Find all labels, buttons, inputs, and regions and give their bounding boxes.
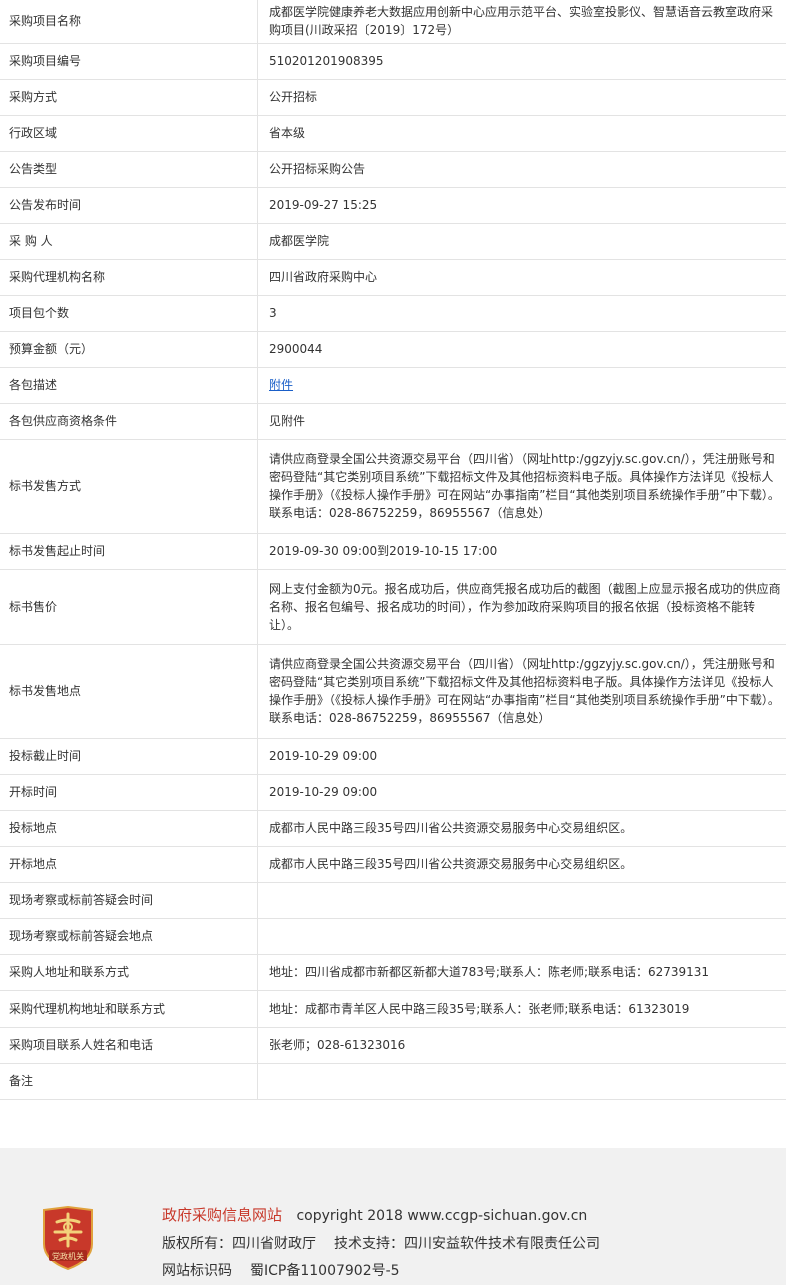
row-value: 网上支付金额为0元。报名成功后，供应商凭报名成功后的截图（截图上应显示报名成功的… <box>257 569 786 645</box>
row-label: 项目包个数 <box>0 295 258 332</box>
row-label: 采 购 人 <box>0 223 258 260</box>
row-value: 成都医学院 <box>257 223 786 260</box>
row-value: 2900044 <box>257 331 786 368</box>
row-label: 开标地点 <box>0 846 258 883</box>
row-value: 成都市人民中路三段35号四川省公共资源交易服务中心交易组织区。 <box>257 846 786 883</box>
row-label: 采购代理机构地址和联系方式 <box>0 990 258 1028</box>
row-value: 省本级 <box>257 115 786 152</box>
row-label: 标书售价 <box>0 569 258 645</box>
table-row: 开标地点 成都市人民中路三段35号四川省公共资源交易服务中心交易组织区。 <box>0 846 786 883</box>
row-value: 请供应商登录全国公共资源交易平台（四川省）（网址http:/ggzyjy.sc.… <box>257 439 786 534</box>
table-row: 采购人地址和联系方式 地址：四川省成都市新都区新都大道783号;联系人：陈老师;联… <box>0 954 786 991</box>
row-label: 行政区域 <box>0 115 258 152</box>
row-value: 成都医学院健康养老大数据应用创新中心应用示范平台、实验室投影仪、智慧语音云教室政… <box>257 0 786 44</box>
table-row: 采购代理机构地址和联系方式 地址：成都市青羊区人民中路三段35号;联系人：张老师;… <box>0 990 786 1028</box>
row-value: 2019-09-27 15:25 <box>257 187 786 224</box>
table-row: 投标地点 成都市人民中路三段35号四川省公共资源交易服务中心交易组织区。 <box>0 810 786 847</box>
row-value <box>257 918 786 955</box>
table-row: 项目包个数 3 <box>0 295 786 332</box>
badge-label: 党政机关 <box>52 1251 84 1261</box>
table-row: 标书发售方式 请供应商登录全国公共资源交易平台（四川省）（网址http:/ggzy… <box>0 439 786 534</box>
table-row: 标书发售起止时间 2019-09-30 09:00到2019-10-15 17:0… <box>0 533 786 570</box>
row-value: 公开招标采购公告 <box>257 151 786 188</box>
procurement-info-table: 采购项目名称 成都医学院健康养老大数据应用创新中心应用示范平台、实验室投影仪、智慧… <box>0 0 786 1100</box>
site-footer: 党政机关 政府采购信息网站 copyright 2018 www.ccgp-si… <box>0 1148 786 1285</box>
table-row: 标书售价 网上支付金额为0元。报名成功后，供应商凭报名成功后的截图（截图上应显示报… <box>0 569 786 645</box>
row-label: 各包描述 <box>0 367 258 404</box>
table-row: 采购项目编号 510201201908395 <box>0 43 786 80</box>
row-value: 地址：成都市青羊区人民中路三段35号;联系人：张老师;联系电话：61323019 <box>257 990 786 1028</box>
row-label: 标书发售方式 <box>0 439 258 534</box>
owner-text: 版权所有：四川省财政厅 <box>162 1236 316 1252</box>
table-row: 公告发布时间 2019-09-27 15:25 <box>0 187 786 224</box>
table-row: 行政区域 省本级 <box>0 115 786 152</box>
site-name-link[interactable]: 政府采购信息网站 <box>162 1206 282 1224</box>
table-row: 采购项目联系人姓名和电话 张老师；028-61323016 <box>0 1027 786 1064</box>
table-row: 采 购 人成都医学院 <box>0 223 786 260</box>
row-label: 采购项目联系人姓名和电话 <box>0 1027 258 1064</box>
row-label: 投标截止时间 <box>0 738 258 775</box>
row-value: 请供应商登录全国公共资源交易平台（四川省）（网址http:/ggzyjy.sc.… <box>257 644 786 739</box>
row-value: 张老师；028-61323016 <box>257 1027 786 1064</box>
row-value: 3 <box>257 295 786 332</box>
attachment-link[interactable]: 附件 <box>269 378 293 392</box>
row-label: 备注 <box>0 1063 258 1100</box>
row-value: 510201201908395 <box>257 43 786 80</box>
row-value: 地址：四川省成都市新都区新都大道783号;联系人：陈老师;联系电话：627391… <box>257 954 786 991</box>
row-label: 投标地点 <box>0 810 258 847</box>
site-code-label: 网站标识码 <box>162 1263 232 1279</box>
table-row: 标书发售地点 请供应商登录全国公共资源交易平台（四川省）（网址http:/ggzy… <box>0 644 786 739</box>
row-label: 采购人地址和联系方式 <box>0 954 258 991</box>
row-label: 采购代理机构名称 <box>0 259 258 296</box>
row-value: 四川省政府采购中心 <box>257 259 786 296</box>
table-row: 公告类型 公开招标采购公告 <box>0 151 786 188</box>
row-label: 现场考察或标前答疑会时间 <box>0 882 258 919</box>
table-row: 备注 <box>0 1063 786 1100</box>
row-label: 标书发售地点 <box>0 644 258 739</box>
row-value: 2019-10-29 09:00 <box>257 738 786 775</box>
table-row: 现场考察或标前答疑会时间 <box>0 882 786 919</box>
row-label: 采购项目名称 <box>0 0 258 44</box>
row-label: 公告发布时间 <box>0 187 258 224</box>
tech-support-text: 技术支持：四川安益软件技术有限责任公司 <box>334 1236 600 1252</box>
row-label: 开标时间 <box>0 774 258 811</box>
row-label: 标书发售起止时间 <box>0 533 258 570</box>
table-row: 开标时间 2019-10-29 09:00 <box>0 774 786 811</box>
row-value <box>257 1063 786 1100</box>
row-label: 预算金额（元） <box>0 331 258 368</box>
row-value: 2019-09-30 09:00到2019-10-15 17:00 <box>257 533 786 570</box>
row-value: 公开招标 <box>257 79 786 116</box>
table-row: 投标截止时间 2019-10-29 09:00 <box>0 738 786 775</box>
party-government-badge-icon[interactable]: 党政机关 <box>41 1206 95 1270</box>
table-row: 预算金额（元） 2900044 <box>0 331 786 368</box>
row-value: 见附件 <box>257 403 786 440</box>
row-value <box>257 882 786 919</box>
row-value: 2019-10-29 09:00 <box>257 774 786 811</box>
row-value: 附件 <box>257 367 786 404</box>
table-row: 采购项目名称 成都医学院健康养老大数据应用创新中心应用示范平台、实验室投影仪、智慧… <box>0 0 786 44</box>
row-value: 成都市人民中路三段35号四川省公共资源交易服务中心交易组织区。 <box>257 810 786 847</box>
table-row: 各包描述 附件 <box>0 367 786 404</box>
table-row: 现场考察或标前答疑会地点 <box>0 918 786 955</box>
row-label: 现场考察或标前答疑会地点 <box>0 918 258 955</box>
icp-link[interactable]: 蜀ICP备11007902号-5 <box>250 1263 400 1279</box>
table-row: 采购方式 公开招标 <box>0 79 786 116</box>
copyright-text: copyright 2018 www.ccgp-sichuan.gov.cn <box>296 1208 588 1224</box>
row-label: 公告类型 <box>0 151 258 188</box>
row-label: 各包供应商资格条件 <box>0 403 258 440</box>
row-label: 采购方式 <box>0 79 258 116</box>
footer-line-1: 政府采购信息网站 copyright 2018 www.ccgp-sichuan… <box>162 1204 587 1225</box>
footer-line-3: 网站标识码 蜀ICP备11007902号-5 <box>162 1260 400 1280</box>
table-row: 各包供应商资格条件 见附件 <box>0 403 786 440</box>
table-row: 采购代理机构名称 四川省政府采购中心 <box>0 259 786 296</box>
footer-line-2: 版权所有：四川省财政厅 技术支持：四川安益软件技术有限责任公司 <box>162 1233 600 1253</box>
row-label: 采购项目编号 <box>0 43 258 80</box>
